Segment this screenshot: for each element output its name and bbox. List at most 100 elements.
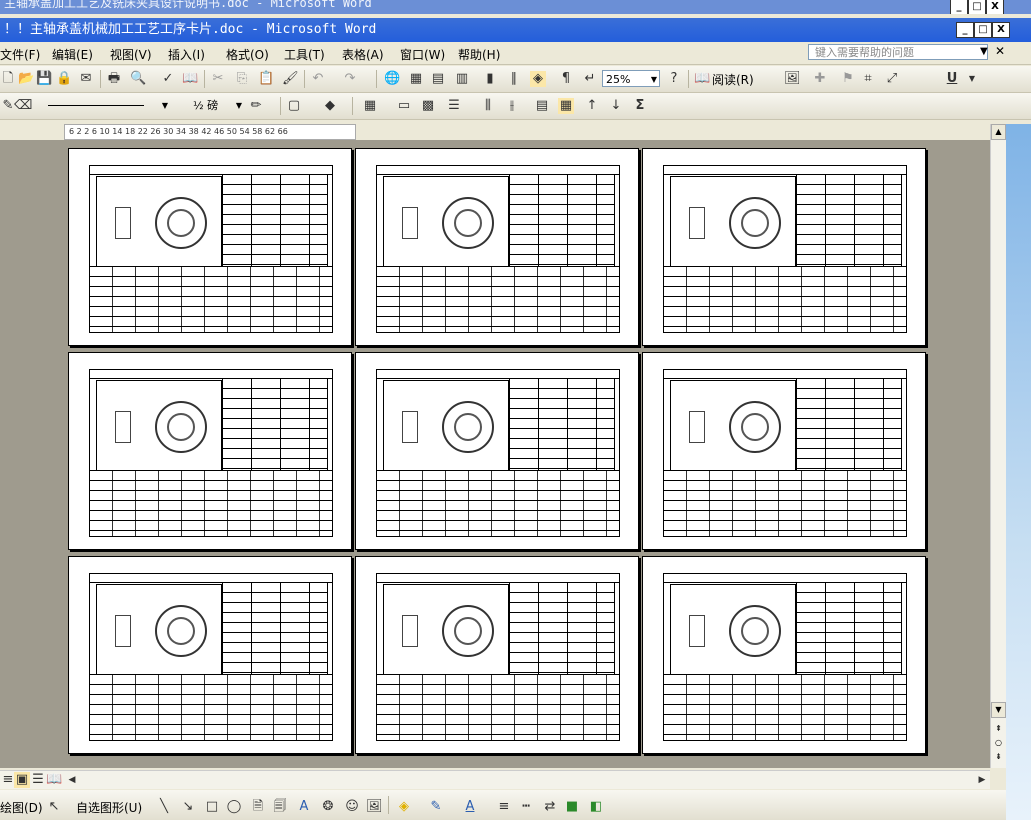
- show-hide-icon[interactable]: ¶: [558, 71, 574, 87]
- outer-close-button[interactable]: X: [986, 0, 1004, 14]
- help-dropdown-icon[interactable]: ▼: [980, 46, 988, 57]
- scroll-left-button[interactable]: ◀: [64, 772, 80, 788]
- paste-icon[interactable]: 📋: [258, 71, 274, 87]
- cut-icon[interactable]: ✂: [210, 71, 226, 87]
- paragraph-mark-icon[interactable]: ↵: [582, 71, 598, 87]
- doc-minimize-button[interactable]: _: [956, 22, 974, 38]
- columns-icon[interactable]: ▮: [482, 71, 498, 87]
- read-mode-icon[interactable]: 📖: [694, 71, 710, 87]
- distribute-columns-icon[interactable]: ⫲: [504, 98, 520, 114]
- dash-style-icon[interactable]: ┅: [518, 799, 534, 815]
- 3d-style-icon[interactable]: ◧: [588, 799, 604, 815]
- underline-icon[interactable]: U: [944, 71, 960, 87]
- picture-icon[interactable]: 🖼: [784, 71, 801, 87]
- eraser-icon[interactable]: ⌫: [14, 98, 32, 114]
- open-folder-icon[interactable]: 📂: [18, 71, 34, 87]
- scroll-right-button[interactable]: ▶: [974, 772, 990, 788]
- spelling-icon[interactable]: ✓: [160, 71, 176, 87]
- doc-close-icon[interactable]: ✕: [995, 44, 1005, 58]
- underline-dropdown-icon[interactable]: ▼: [964, 71, 980, 87]
- page-thumbnail[interactable]: [642, 148, 926, 346]
- page-thumbnail[interactable]: [355, 556, 639, 754]
- drawing-icon[interactable]: ∥: [506, 71, 522, 87]
- email-icon[interactable]: ✉: [78, 71, 94, 87]
- align-icon[interactable]: ☰: [446, 98, 462, 114]
- document-area[interactable]: [0, 140, 990, 768]
- page-thumbnail[interactable]: [355, 352, 639, 550]
- border-color-icon[interactable]: ✏: [248, 98, 264, 114]
- oval-tool-icon[interactable]: ◯: [226, 799, 242, 815]
- outline-view-icon[interactable]: ☰: [30, 772, 46, 788]
- sort-descending-icon[interactable]: ↓: [608, 98, 624, 114]
- distribute-rows-icon[interactable]: ⫼: [480, 98, 496, 114]
- horizontal-ruler[interactable]: 6 2 2 6 10 14 18 22 26 30 34 38 42 46 50…: [64, 124, 356, 140]
- vertical-textbox-icon[interactable]: 🗐: [272, 799, 288, 815]
- print-layout-view-icon[interactable]: ▣: [14, 772, 30, 788]
- menu-tools[interactable]: 工具(T): [284, 46, 325, 63]
- redo-icon[interactable]: ↷: [342, 71, 358, 87]
- copy-icon[interactable]: ⎘: [234, 71, 250, 87]
- rectangle-tool-icon[interactable]: □: [204, 799, 220, 815]
- page-thumbnail[interactable]: [355, 148, 639, 346]
- fill-color-icon[interactable]: ◈: [396, 799, 412, 815]
- autosum-icon[interactable]: Σ: [632, 98, 648, 114]
- new-document-icon[interactable]: 🗋: [0, 71, 16, 87]
- print-icon[interactable]: 🖶: [106, 71, 122, 87]
- line-weight-select[interactable]: ½ 磅 ▼: [190, 97, 244, 114]
- menu-format[interactable]: 格式(O): [226, 46, 269, 63]
- menu-view[interactable]: 视图(V): [110, 46, 152, 63]
- save-icon[interactable]: 💾: [36, 71, 52, 87]
- reset-picture-icon[interactable]: ⤢: [884, 71, 900, 87]
- page-thumbnail[interactable]: [642, 352, 926, 550]
- split-cells-icon[interactable]: ▩: [420, 98, 436, 114]
- textbox-icon[interactable]: 🗎: [250, 799, 266, 815]
- outer-maximize-button[interactable]: □: [968, 0, 986, 14]
- help-icon[interactable]: ?: [666, 71, 682, 87]
- hyperlink-icon[interactable]: 🌐: [384, 71, 400, 87]
- scroll-down-button[interactable]: ▼: [991, 702, 1006, 718]
- outer-minimize-button[interactable]: _: [950, 0, 968, 14]
- print-preview-icon[interactable]: 🔍: [130, 71, 146, 87]
- sort-ascending-icon[interactable]: ↑: [584, 98, 600, 114]
- menu-window[interactable]: 窗口(W): [400, 46, 445, 63]
- page-thumbnail[interactable]: [642, 556, 926, 754]
- merge-cells-icon[interactable]: ▭: [396, 98, 412, 114]
- vertical-scrollbar[interactable]: ▲ ▼ ⇞ ○ ⇟: [990, 124, 1007, 768]
- undo-icon[interactable]: ↶: [310, 71, 326, 87]
- doc-close-button[interactable]: X: [992, 22, 1010, 38]
- menu-insert[interactable]: 插入(I): [168, 46, 205, 63]
- arrow-tool-icon[interactable]: ↘: [180, 799, 196, 815]
- shading-color-icon[interactable]: ◆: [322, 98, 338, 114]
- draw-menu-button[interactable]: 绘图(D): [0, 799, 43, 816]
- next-page-icon[interactable]: ⇟: [991, 750, 1006, 766]
- format-painter-icon[interactable]: 🖌: [282, 71, 299, 87]
- help-search-input[interactable]: 键入需要帮助的问题: [808, 44, 988, 60]
- research-icon[interactable]: 📖: [182, 71, 198, 87]
- horizontal-scrollbar[interactable]: ≡ ▣ ☰ 📖 ◀ ▶: [0, 770, 990, 789]
- clipart-icon[interactable]: ☺: [344, 799, 360, 815]
- read-mode-button[interactable]: 阅读(R): [712, 71, 754, 88]
- menu-edit[interactable]: 编辑(E): [52, 46, 93, 63]
- insert-table-grid-icon[interactable]: ▦: [362, 98, 378, 114]
- reviewing-icon[interactable]: ✚: [812, 71, 828, 87]
- arrow-style-icon[interactable]: ⇄: [542, 799, 558, 815]
- diagram-icon[interactable]: ❂: [320, 799, 336, 815]
- line-color-icon[interactable]: ✎: [428, 799, 444, 815]
- autoshapes-button[interactable]: 自选图形(U): [76, 799, 142, 816]
- line-style-icon[interactable]: ≡: [496, 799, 512, 815]
- doc-maximize-button[interactable]: □: [974, 22, 992, 38]
- comment-icon[interactable]: ⚑: [840, 71, 856, 87]
- select-objects-icon[interactable]: ↖: [46, 799, 62, 815]
- permission-icon[interactable]: 🔒: [56, 71, 72, 87]
- insert-excel-icon[interactable]: ▥: [454, 71, 470, 87]
- outside-border-icon[interactable]: ▢: [286, 98, 302, 114]
- line-style-select[interactable]: ▼: [40, 97, 170, 114]
- tables-borders-icon[interactable]: ▦: [408, 71, 424, 87]
- crop-icon[interactable]: ⌗: [860, 71, 876, 87]
- table-autoformat-icon[interactable]: ▤: [534, 98, 550, 114]
- menu-help[interactable]: 帮助(H): [458, 46, 500, 63]
- menu-file[interactable]: 文件(F): [0, 46, 40, 63]
- scroll-up-button[interactable]: ▲: [991, 124, 1006, 140]
- line-tool-icon[interactable]: ╲: [156, 799, 172, 815]
- reading-view-icon[interactable]: 📖: [46, 772, 62, 788]
